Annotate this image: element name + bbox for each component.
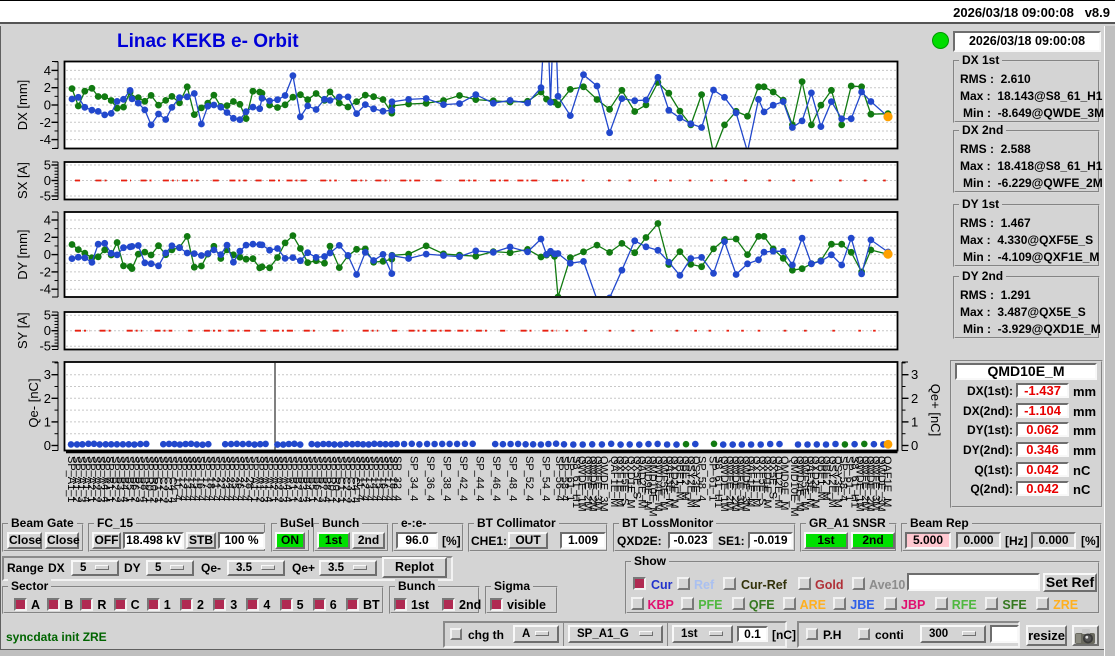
svg-text:SP_46_4: SP_46_4 [490, 456, 502, 501]
svg-text:SP_54_4: SP_54_4 [540, 456, 552, 501]
svg-text:Qe- [nC]: Qe- [nC] [26, 378, 41, 427]
svg-text:SP_34_4: SP_34_4 [408, 456, 420, 501]
svg-text:3: 3 [911, 367, 918, 382]
svg-text:2: 2 [44, 230, 51, 245]
svg-text:0: 0 [44, 323, 51, 338]
svg-text:5: 5 [44, 308, 51, 323]
svg-text:QMD9E_M: QMD9E_M [778, 456, 790, 510]
svg-text:0: 0 [44, 98, 51, 113]
svg-text:SP_42_4: SP_42_4 [457, 456, 469, 501]
svg-text:-2: -2 [39, 115, 51, 130]
svg-text:QAF1E_M: QAF1E_M [881, 456, 893, 507]
svg-text:-5: -5 [39, 339, 51, 354]
svg-text:SP_44_4: SP_44_4 [474, 456, 486, 501]
svg-text:2: 2 [44, 80, 51, 95]
svg-text:SP_52_4: SP_52_4 [523, 456, 535, 501]
svg-text:0: 0 [44, 173, 51, 188]
svg-text:5: 5 [44, 158, 51, 173]
svg-text:SP_32_4: SP_32_4 [391, 456, 403, 501]
svg-text:SP_38_4: SP_38_4 [441, 456, 453, 501]
svg-text:QWDE_3M: QWDE_3M [597, 456, 609, 512]
svg-text:-2: -2 [39, 264, 51, 279]
svg-text:2: 2 [44, 391, 51, 406]
svg-text:3: 3 [44, 367, 51, 382]
svg-text:4: 4 [44, 213, 51, 228]
svg-text:SY [A]: SY [A] [15, 312, 30, 349]
svg-text:0: 0 [44, 438, 51, 453]
svg-text:-4: -4 [39, 132, 51, 147]
svg-text:DY [mm]: DY [mm] [15, 229, 30, 279]
svg-text:1: 1 [44, 414, 51, 429]
svg-text:SP_58_4: SP_58_4 [695, 456, 707, 501]
svg-text:SP_36_4: SP_36_4 [424, 456, 436, 501]
svg-text:-5: -5 [39, 189, 51, 204]
svg-text:-4: -4 [39, 282, 51, 297]
svg-text:SX [A]: SX [A] [15, 162, 30, 199]
svg-text:0: 0 [44, 247, 51, 262]
svg-text:DX [mm]: DX [mm] [15, 80, 30, 131]
svg-text:SP_48_4: SP_48_4 [507, 456, 519, 501]
svg-text:4: 4 [44, 63, 51, 78]
